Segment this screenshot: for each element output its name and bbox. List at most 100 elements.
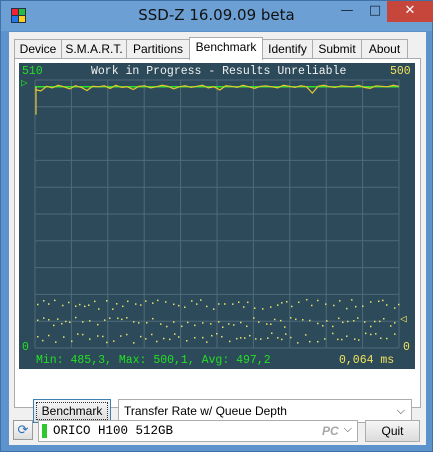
scatter-dot [117, 317, 119, 320]
scatter-dot [121, 318, 123, 321]
scatter-dot [271, 332, 273, 334]
refresh-button[interactable]: ⟳ [13, 420, 33, 440]
minimize-button[interactable]: — [333, 1, 361, 22]
benchmark-chart: 510 Work in Progress - Results Unreliabl… [19, 63, 415, 369]
scatter-dot [151, 333, 153, 336]
scatter-dot [178, 336, 180, 338]
chevron-down-icon: ⌵ [343, 423, 352, 435]
scatter-dot [169, 338, 171, 341]
close-button[interactable]: ✕ [387, 1, 433, 22]
quit-button[interactable]: Quit [365, 420, 420, 442]
scatter-dot [281, 302, 283, 304]
tab-benchmark[interactable]: Benchmark [189, 37, 263, 60]
scatter-dot [211, 334, 213, 337]
scatter-dot [322, 325, 324, 327]
scatter-dot [339, 300, 341, 302]
scatter-dot [232, 303, 234, 305]
scatter-dot [346, 307, 348, 310]
scatter-dot [332, 325, 334, 328]
scatter-dot [165, 301, 167, 303]
scatter-dot [222, 326, 224, 328]
scatter-dot [358, 339, 360, 341]
scatter-dot [37, 319, 39, 322]
scatter-dot [258, 321, 260, 323]
scatter-dot [89, 338, 91, 340]
maximize-button[interactable]: □ [361, 1, 389, 22]
scatter-dot [206, 305, 208, 308]
scatter-dot [196, 303, 198, 305]
tab-identify[interactable]: Identify [262, 39, 313, 59]
scatter-dot [54, 299, 56, 302]
tab-device[interactable]: Device [14, 39, 62, 59]
scatter-dot [394, 333, 396, 335]
scatter-dot [102, 335, 104, 338]
scatter-dot [326, 320, 328, 322]
scatter-dot [122, 305, 124, 308]
scatter-dot [362, 305, 364, 307]
scatter-dot [309, 340, 311, 343]
scatter-dot [370, 325, 372, 328]
scatter-dot [109, 317, 111, 319]
scatter-dot [270, 323, 272, 325]
scatter-dot [138, 322, 140, 324]
title-bar[interactable]: SSD-Z 16.09.09 beta — □ ✕ [1, 1, 433, 31]
scatter-dot [160, 323, 162, 325]
scatter-dot [42, 339, 44, 342]
scatter-dot [97, 335, 99, 337]
scatter-dot [126, 317, 128, 319]
scatter-dot [380, 337, 382, 339]
scatter-dot [152, 317, 154, 320]
y-max-right-label: 500 [390, 65, 411, 78]
scatter-dot [354, 338, 356, 340]
scatter-dot [280, 319, 282, 322]
scatter-dot [365, 332, 367, 335]
scatter-dot [254, 307, 256, 309]
scatter-dot [61, 322, 63, 325]
scatter-dot [346, 335, 348, 337]
scatter-dot [378, 300, 380, 303]
scatter-dot [342, 321, 344, 324]
scatter-dot [333, 304, 335, 307]
scatter-dot [88, 304, 90, 306]
scatter-dot [213, 308, 215, 310]
scatter-dot [173, 303, 175, 306]
scatter-dot [260, 338, 262, 340]
scatter-dot [253, 317, 255, 319]
scatter-dot [186, 340, 188, 342]
tab-smart[interactable]: S.M.A.R.T. [61, 39, 127, 59]
scatter-dot [62, 304, 64, 307]
scatter-dot [353, 320, 355, 322]
scatter-dot [202, 322, 204, 324]
scatter-dot [106, 341, 108, 344]
tab-submit[interactable]: Submit [312, 39, 362, 59]
scatter-dot [113, 340, 115, 342]
scatter-dot [295, 318, 297, 321]
benchmark-panel: 510 Work in Progress - Results Unreliabl… [14, 58, 421, 423]
scatter-dot [75, 305, 77, 307]
scatter-dot [63, 336, 65, 338]
scatter-dot [69, 321, 71, 324]
scatter-dot [133, 321, 135, 323]
scatter-dot [255, 338, 257, 340]
tab-about[interactable]: About [361, 39, 408, 59]
scatter-dot [37, 335, 39, 338]
scatter-dot [249, 334, 251, 337]
scatter-dot [53, 324, 55, 327]
scatter-dot [317, 299, 319, 302]
scatter-dot [156, 340, 158, 343]
scatter-dot [97, 323, 99, 326]
scatter-dot [305, 334, 307, 336]
drive-select[interactable]: ORICO H100 512GB PC ⌵ [38, 420, 358, 442]
scatter-dot [240, 337, 242, 339]
drive-badge: PC [322, 424, 339, 438]
scatter-dot [236, 337, 238, 340]
tab-partitions[interactable]: Partitions [126, 39, 190, 59]
scatter-dot [218, 303, 220, 305]
scatter-dot [247, 301, 249, 304]
scatter-dot [286, 301, 288, 303]
scatter-dot [55, 341, 57, 343]
scatter-dot [370, 333, 372, 336]
scatter-dot [216, 332, 218, 335]
scatter-dot [351, 299, 353, 301]
scatter-dot [174, 333, 176, 335]
